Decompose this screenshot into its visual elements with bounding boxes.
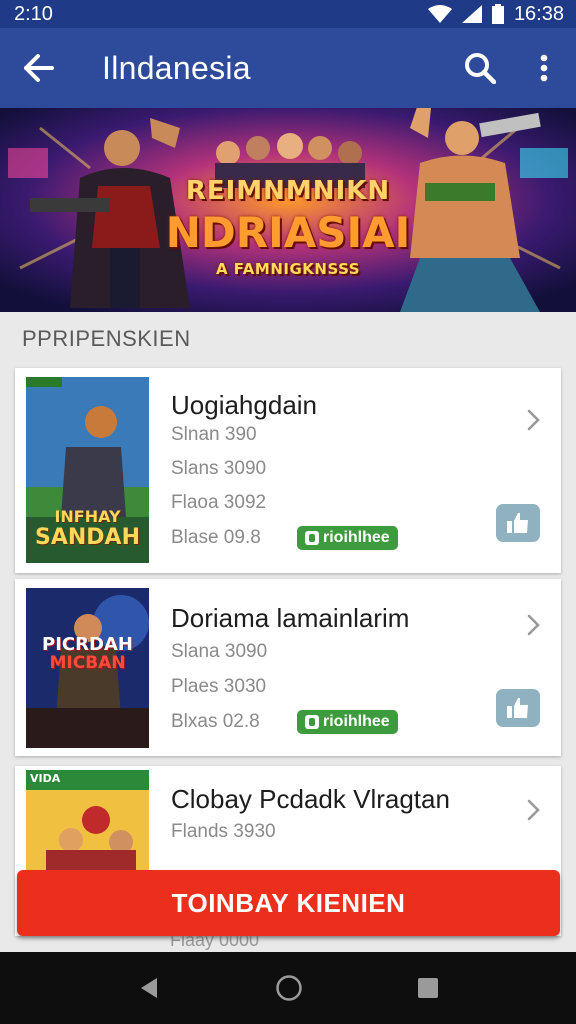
chevron-right-icon[interactable]	[521, 798, 545, 822]
status-icons: 16:38	[427, 2, 564, 26]
banner-title-line3: A FAMNIGKNSSS	[215, 260, 361, 278]
game-thumbnail: INFHAY SANDAH	[26, 377, 149, 563]
game-info-line: Slnan 390	[171, 424, 257, 445]
hero-banner[interactable]: REIMNMNIKN NDRIASIAI A FAMNIGKNSSS	[0, 108, 576, 312]
thumbnail-title-1: INFHAY	[54, 507, 121, 526]
game-info-line: Flaoa 3092	[171, 492, 267, 513]
like-button[interactable]	[496, 504, 540, 542]
back-button[interactable]	[0, 28, 78, 108]
nav-home-icon[interactable]	[275, 974, 303, 1002]
section-header: PPRIPENSKIEN	[22, 326, 191, 351]
game-name: Doriama lamainlarim	[171, 603, 410, 633]
wifi-icon	[427, 5, 452, 23]
list-item[interactable]: PICRDAH MICBAN Doriama lamainlarim Slana…	[15, 579, 561, 756]
arrow-back-icon	[24, 54, 54, 82]
app-bar: Ilndanesia	[0, 28, 576, 108]
app-title: Ilndanesia	[102, 49, 251, 86]
thumbs-up-icon	[507, 698, 528, 718]
game-thumbnail: PICRDAH MICBAN	[26, 588, 149, 748]
more-vert-icon	[540, 54, 548, 82]
chevron-right-icon[interactable]	[521, 408, 545, 432]
status-bar: 2:10 16:38	[0, 0, 576, 28]
like-button[interactable]	[496, 689, 540, 727]
status-badge: rioihlhee	[297, 710, 398, 734]
system-nav-bar	[0, 952, 576, 1024]
thumbnail-title-2: MICBAN	[49, 652, 126, 673]
thumbs-up-icon	[507, 513, 528, 533]
signal-icon	[461, 5, 482, 23]
game-info-line: Slana 3090	[171, 641, 268, 662]
status-badge: rioihlhee	[297, 526, 398, 550]
badge-icon	[305, 531, 319, 545]
banner-title: REIMNMNIKN NDRIASIAI A FAMNIGKNSSS	[0, 176, 576, 278]
search-icon	[465, 53, 496, 84]
badge-icon	[305, 715, 319, 729]
status-clock: 16:38	[513, 2, 564, 25]
thumbnail-title-1: VIDA	[30, 772, 61, 785]
primary-action-button[interactable]: TOINBAY KIENIEN	[17, 870, 560, 936]
game-info-line: Plaes 3030	[171, 676, 267, 697]
banner-title-line1: REIMNMNIKN	[185, 176, 391, 206]
chevron-right-icon[interactable]	[521, 613, 545, 637]
game-name: Clobay Pcdadk Vlragtan	[171, 784, 450, 814]
thumbnail-title-2: SANDAH	[35, 524, 140, 550]
badge-label: rioihlhee	[323, 529, 390, 546]
nav-back-icon[interactable]	[137, 976, 161, 1000]
nav-recents-icon[interactable]	[417, 977, 439, 999]
badge-label: rioihlhee	[323, 713, 390, 730]
game-rating: Blxas 02.8	[171, 711, 260, 732]
banner-title-line2: NDRIASIAI	[165, 208, 411, 257]
more-options-button[interactable]	[512, 28, 576, 108]
list-item[interactable]: INFHAY SANDAH Uogiahgdain Slnan 390 Slan…	[15, 368, 561, 573]
battery-icon	[491, 4, 504, 24]
game-info-line: Slans 3090	[171, 458, 267, 479]
status-time: 2:10	[14, 2, 53, 25]
search-button[interactable]	[448, 28, 512, 108]
game-name: Uogiahgdain	[171, 390, 318, 420]
game-rating: Blase 09.8	[171, 527, 261, 548]
game-info-line: Flands 3930	[171, 821, 276, 842]
